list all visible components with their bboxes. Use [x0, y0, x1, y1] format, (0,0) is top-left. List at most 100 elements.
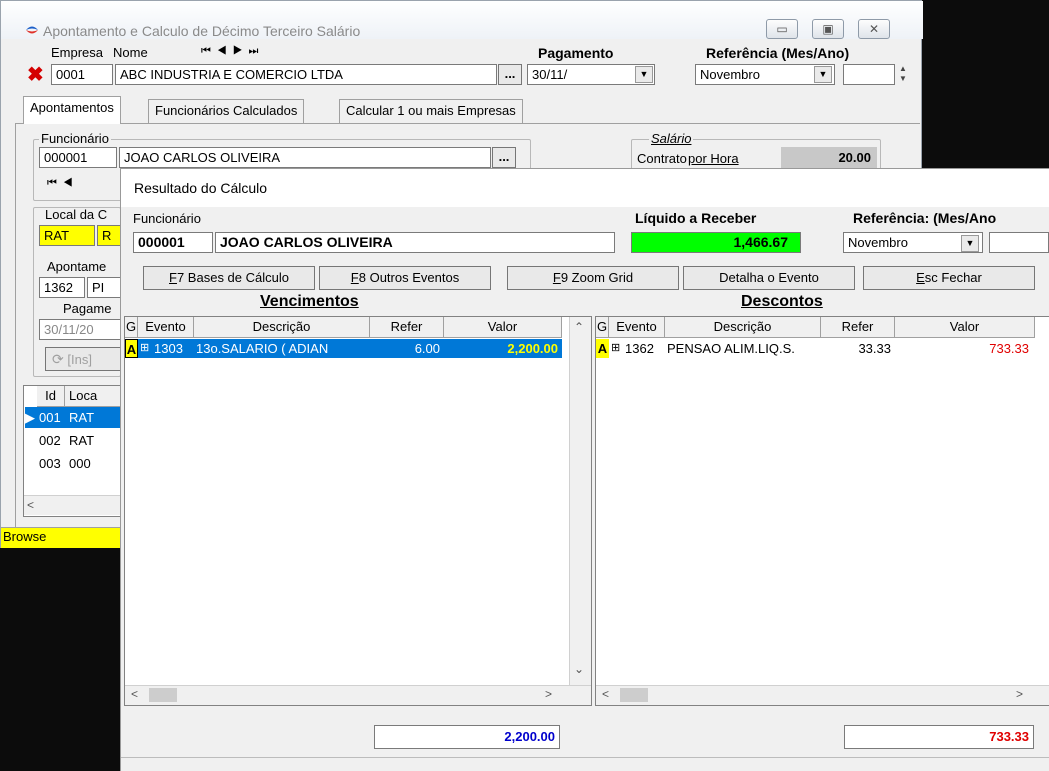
table-horizontal-scrollbar[interactable] [24, 495, 120, 515]
vencimentos-grid: G Evento Descrição Refer Valor A ⊞ 1303 … [124, 316, 592, 706]
venc-cell-evento[interactable]: 1303 [154, 339, 183, 358]
tab-calcular-empresas[interactable]: Calcular 1 ou mais Empresas [339, 99, 523, 123]
row-pointer-icon: ▶ [25, 410, 35, 425]
apontamento-desc-field[interactable]: PI [87, 277, 121, 298]
nav-prev-icon[interactable]: ◀ [217, 45, 233, 57]
dialog-funcionario-label: Funcionário [133, 211, 201, 226]
table-cell-id[interactable]: 003 [39, 454, 61, 473]
desc-cell-g[interactable]: A [596, 339, 609, 358]
venc-header-descricao[interactable]: Descrição [194, 317, 370, 338]
funcionario-navigator: ⏮◀ [47, 177, 79, 190]
funcionario-code-field[interactable]: 000001 [39, 147, 117, 168]
dialog-year-field[interactable] [989, 232, 1049, 253]
table-header-local[interactable]: Loca [65, 386, 121, 407]
pagamento-date-value: 30/11/ [532, 67, 568, 82]
scroll-left-icon[interactable]: < [602, 687, 609, 701]
desc-horizontal-scrollbar[interactable] [596, 685, 1049, 705]
year-spinner[interactable]: ▲ ▼ [897, 64, 909, 85]
bases-calculo-button[interactable]: F7 Bases de Cálculo [143, 266, 315, 290]
venc-header-g[interactable]: G [125, 317, 138, 338]
scroll-right-icon[interactable]: > [1016, 687, 1023, 701]
dialog-funcionario-code: 000001 [133, 232, 213, 253]
nav-next-icon[interactable]: ▶ [233, 45, 249, 57]
dialog-month-dropdown-icon[interactable]: ▼ [961, 235, 979, 252]
scroll-down-icon[interactable]: ⌄ [574, 662, 584, 676]
delete-icon[interactable]: ✖ [27, 65, 44, 85]
funcionario-prev-icon[interactable]: ◀ [63, 177, 79, 189]
venc-horizontal-scrollbar[interactable] [125, 685, 591, 705]
tab-funcionarios-calculados[interactable]: Funcionários Calculados [148, 99, 305, 123]
contrato-label: Contrato [637, 151, 687, 166]
table-header-id[interactable]: Id [37, 386, 65, 407]
dialog-referencia-label: Referência: (Mes/Ano [853, 210, 997, 226]
zoom-grid-button[interactable]: F9 Zoom Grid [507, 266, 679, 290]
funcionario-lookup-button[interactable]: ... [492, 147, 516, 168]
dialog-title: Resultado do Cálculo [134, 180, 268, 196]
vencimentos-title: Vencimentos [260, 293, 359, 310]
salario-value: 20.00 [781, 147, 877, 169]
desc-header-g[interactable]: G [596, 317, 609, 338]
minimize-button[interactable]: ▭ [766, 19, 798, 39]
referencia-month-dropdown-icon[interactable]: ▼ [814, 66, 832, 83]
venc-vertical-scrollbar[interactable] [569, 317, 591, 685]
local-chip-rat[interactable]: RAT [39, 225, 95, 246]
scroll-up-icon[interactable]: ⌃ [574, 320, 584, 334]
scroll-left-icon[interactable]: < [131, 687, 138, 701]
desc-header-refer[interactable]: Refer [821, 317, 895, 338]
table-cell-id[interactable]: 002 [39, 431, 61, 450]
desc-cell-evento[interactable]: 1362 [625, 339, 654, 358]
expand-icon[interactable]: ⊞ [140, 339, 149, 358]
venc-hscroll-thumb[interactable] [149, 688, 177, 702]
venc-header-evento[interactable]: Evento [138, 317, 194, 338]
local-chip-r[interactable]: R [97, 225, 121, 246]
venc-header-valor[interactable]: Valor [444, 317, 562, 338]
record-navigator: ⏮◀▶⏭ [201, 45, 264, 58]
referencia-year-field[interactable] [843, 64, 895, 85]
resultado-dialog: Resultado do Cálculo Funcionário 000001 … [120, 168, 1049, 771]
expand-icon[interactable]: ⊞ [611, 339, 620, 358]
venc-cell-refer[interactable]: 6.00 [370, 339, 440, 358]
scroll-left-icon[interactable]: < [27, 498, 34, 512]
table-cell-local[interactable]: RAT [69, 431, 94, 450]
empresa-code-field[interactable]: 0001 [51, 64, 113, 85]
desc-cell-refer[interactable]: 33.33 [821, 339, 891, 358]
nav-last-icon[interactable]: ⏭ [249, 45, 265, 57]
desc-hscroll-thumb[interactable] [620, 688, 648, 702]
pagamento-dropdown-icon[interactable]: ▼ [635, 66, 653, 83]
venc-cell-g[interactable]: A [125, 339, 138, 358]
close-button[interactable]: ✕ [858, 19, 890, 39]
contrato-link[interactable]: por Hora [688, 151, 739, 166]
tab-apontamentos[interactable]: Apontamentos [23, 96, 121, 124]
insert-button[interactable]: ⟳ [Ins] [45, 347, 121, 371]
empresa-lookup-button[interactable]: ... [498, 64, 522, 85]
refresh-icon: ⟳ [52, 351, 64, 367]
referencia-label: Referência (Mes/Ano) [706, 45, 850, 61]
local-label: Local da C [45, 207, 108, 222]
funcionario-name-field[interactable]: JOAO CARLOS OLIVEIRA [119, 147, 491, 168]
detalha-evento-button[interactable]: Detalha o Evento [683, 266, 855, 290]
empresa-name-field[interactable]: ABC INDUSTRIA E COMERCIO LTDA [115, 64, 497, 85]
venc-cell-valor[interactable]: 2,200.00 [444, 339, 558, 358]
desc-header-valor[interactable]: Valor [895, 317, 1035, 338]
table-cell-id[interactable]: 001 [39, 408, 61, 427]
desc-header-descricao[interactable]: Descrição [665, 317, 821, 338]
table-cell-local[interactable]: 000 [69, 454, 91, 473]
f9-key: F [552, 270, 561, 285]
pagamento-sub-field[interactable]: 30/11/20 [39, 319, 121, 340]
apontamento-code-field[interactable]: 1362 [39, 277, 85, 298]
dialog-footer-line [121, 757, 1049, 758]
desc-cell-valor[interactable]: 733.33 [895, 339, 1029, 358]
venc-cell-descricao[interactable]: 13o.SALARIO ( ADIAN [196, 339, 368, 358]
esc-label: sc Fechar [924, 270, 982, 285]
outros-eventos-button[interactable]: F8 Outros Eventos [319, 266, 491, 290]
funcionario-first-icon[interactable]: ⏮ [47, 177, 63, 189]
venc-header-refer[interactable]: Refer [370, 317, 444, 338]
fechar-button[interactable]: Esc Fechar [863, 266, 1035, 290]
desc-cell-descricao[interactable]: PENSAO ALIM.LIQ.S. [667, 339, 819, 358]
nav-first-icon[interactable]: ⏮ [201, 45, 217, 57]
table-cell-local[interactable]: RAT [69, 408, 94, 427]
window-title: Apontamento e Calculo de Décimo Terceiro… [43, 23, 361, 39]
maximize-button[interactable]: ▣ [812, 19, 844, 39]
scroll-right-icon[interactable]: > [545, 687, 552, 701]
desc-header-evento[interactable]: Evento [609, 317, 665, 338]
